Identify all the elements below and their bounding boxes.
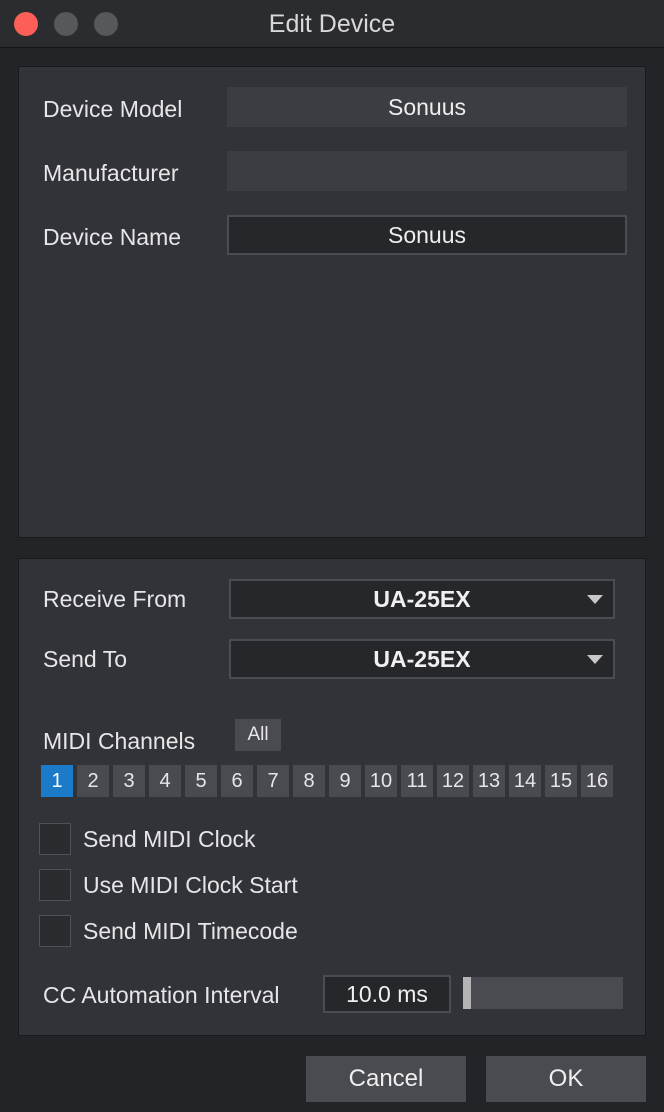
midi-channel-button[interactable]: 12 xyxy=(437,765,469,797)
cc-automation-interval-slider[interactable] xyxy=(463,977,623,1009)
title-bar: Edit Device xyxy=(0,0,664,48)
use-midi-clock-start-label: Use MIDI Clock Start xyxy=(83,872,298,898)
midi-channel-button[interactable]: 14 xyxy=(509,765,541,797)
manufacturer-field[interactable] xyxy=(227,151,627,191)
send-to-value: UA-25EX xyxy=(373,646,471,672)
send-to-select[interactable]: UA-25EX xyxy=(229,639,615,679)
device-name-label: Device Name xyxy=(43,224,182,250)
cc-automation-interval-input[interactable]: 10.0 ms xyxy=(323,975,451,1013)
midi-channel-button[interactable]: 4 xyxy=(149,765,181,797)
midi-channel-button[interactable]: 16 xyxy=(581,765,613,797)
manufacturer-label: Manufacturer xyxy=(43,160,179,186)
midi-channels-label: MIDI Channels xyxy=(43,728,196,754)
midi-channel-button[interactable]: 7 xyxy=(257,765,289,797)
send-midi-clock-label: Send MIDI Clock xyxy=(83,826,256,852)
slider-handle[interactable] xyxy=(463,977,471,1009)
midi-channel-button[interactable]: 10 xyxy=(365,765,397,797)
midi-channel-button[interactable]: 9 xyxy=(329,765,361,797)
cancel-button[interactable]: Cancel xyxy=(306,1056,466,1102)
cc-automation-interval-label: CC Automation Interval xyxy=(43,982,280,1008)
midi-channel-button[interactable]: 11 xyxy=(401,765,433,797)
midi-channel-button[interactable]: 3 xyxy=(113,765,145,797)
device-info-panel: Device Model Sonuus Manufacturer Device … xyxy=(18,66,646,538)
send-midi-clock-checkbox[interactable] xyxy=(39,823,71,855)
use-midi-clock-start-checkbox[interactable] xyxy=(39,869,71,901)
midi-settings-panel: Receive From UA-25EX Send To UA-25EX MID… xyxy=(18,558,646,1036)
receive-from-label: Receive From xyxy=(43,586,187,612)
chevron-down-icon xyxy=(587,655,603,664)
midi-channel-button[interactable]: 8 xyxy=(293,765,325,797)
device-model-label: Device Model xyxy=(43,96,183,122)
edit-device-window: Edit Device Device Model Sonuus Manufact… xyxy=(0,0,664,1112)
receive-from-value: UA-25EX xyxy=(373,586,471,612)
midi-channel-button[interactable]: 6 xyxy=(221,765,253,797)
send-to-label: Send To xyxy=(43,646,127,672)
midi-channel-button[interactable]: 15 xyxy=(545,765,577,797)
midi-channel-button[interactable]: 2 xyxy=(77,765,109,797)
window-title: Edit Device xyxy=(268,10,396,38)
receive-from-select[interactable]: UA-25EX xyxy=(229,579,615,619)
device-model-field[interactable]: Sonuus xyxy=(227,87,627,127)
midi-channel-button[interactable]: 1 xyxy=(41,765,73,797)
send-midi-timecode-checkbox[interactable] xyxy=(39,915,71,947)
chevron-down-icon xyxy=(587,595,603,604)
ok-button[interactable]: OK xyxy=(486,1056,646,1102)
all-channels-button[interactable]: All xyxy=(235,719,281,751)
send-midi-timecode-label: Send MIDI Timecode xyxy=(83,918,298,944)
midi-channel-button[interactable]: 13 xyxy=(473,765,505,797)
midi-channel-button[interactable]: 5 xyxy=(185,765,217,797)
device-name-input[interactable]: Sonuus xyxy=(227,215,627,255)
